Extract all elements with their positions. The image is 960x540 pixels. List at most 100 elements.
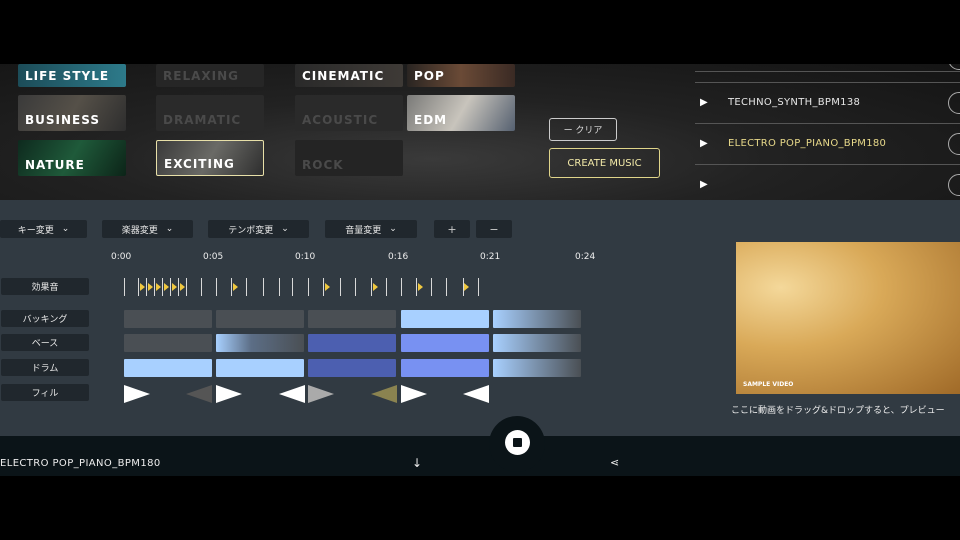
track-item[interactable]: ▶ TECHNO_SYNTH_BPM138 (695, 82, 960, 122)
genre-edm[interactable]: EDM (407, 95, 515, 131)
backing-block[interactable] (124, 310, 212, 328)
create-music-button[interactable]: CREATE MUSIC (549, 148, 660, 178)
sfx-marker[interactable] (140, 283, 145, 291)
genre-acoustic[interactable]: ACOUSTIC (295, 95, 403, 131)
sfx-tick (231, 278, 232, 296)
backing-block[interactable] (308, 310, 396, 328)
backing-block[interactable] (493, 310, 581, 328)
genre-label: ACOUSTIC (302, 113, 379, 127)
row-label-fill: フィル (1, 384, 89, 401)
genre-cinematic[interactable]: CINEMATIC (295, 64, 403, 87)
genre-business[interactable]: BUSINESS (18, 95, 126, 131)
fill-marker[interactable] (308, 385, 334, 403)
play-icon[interactable]: ▶ (700, 97, 718, 108)
genre-exciting[interactable]: EXCITING (156, 140, 264, 176)
genre-relaxing[interactable]: RELAXING (156, 64, 264, 87)
genre-label: BUSINESS (25, 113, 100, 127)
drum-block[interactable] (493, 359, 581, 377)
time-label: 0:00 (111, 252, 132, 262)
play-icon[interactable]: ▶ (700, 138, 718, 149)
drum-block[interactable] (216, 359, 304, 377)
fill-marker[interactable] (216, 385, 242, 403)
download-icon[interactable]: ↓ (412, 456, 422, 470)
video-preview[interactable]: SAMPLE VIDEO (736, 242, 960, 394)
zoom-in-button[interactable]: + (434, 220, 470, 238)
time-label: 0:16 (388, 252, 409, 262)
dropdown-label: テンポ変更 (228, 225, 274, 236)
chevron-down-icon: ⌄ (61, 224, 70, 234)
more-icon[interactable] (948, 91, 960, 114)
sfx-marker[interactable] (156, 283, 161, 291)
fill-marker[interactable] (279, 385, 305, 403)
more-icon[interactable] (948, 64, 960, 70)
share-icon[interactable]: ⋖ (610, 456, 619, 469)
bass-block[interactable] (401, 334, 489, 352)
fill-marker[interactable] (371, 385, 397, 403)
now-playing-title: ELECTRO POP_PIANO_BPM180 (0, 458, 161, 469)
zoom-out-button[interactable]: − (476, 220, 512, 238)
sfx-marker[interactable] (164, 283, 169, 291)
genre-rock[interactable]: ROCK (295, 140, 403, 176)
genre-life-style[interactable]: LIFE STYLE (18, 64, 126, 87)
play-icon[interactable]: ▶ (700, 179, 718, 190)
track-editor: キー変更 ⌄ 楽器変更 ⌄ テンポ変更 ⌄ 音量変更 ⌄ + − 0:00 0:05 0… (0, 200, 960, 436)
track-item-partial[interactable]: ▶ (695, 164, 960, 200)
sfx-marker[interactable] (180, 283, 185, 291)
sfx-tick (154, 278, 155, 296)
clear-button[interactable]: ー クリア (549, 118, 617, 141)
sfx-marker[interactable] (233, 283, 238, 291)
sfx-marker[interactable] (148, 283, 153, 291)
sfx-tick (201, 278, 202, 296)
sfx-tick (162, 278, 163, 296)
genre-label: POP (414, 69, 445, 83)
sfx-marker[interactable] (325, 283, 330, 291)
drum-block[interactable] (308, 359, 396, 377)
drum-block[interactable] (124, 359, 212, 377)
sfx-marker[interactable] (418, 283, 423, 291)
track-item-partial[interactable] (695, 64, 960, 72)
drum-block[interactable] (401, 359, 489, 377)
fill-marker[interactable] (463, 385, 489, 403)
fill-marker[interactable] (186, 385, 212, 403)
tempo-change-dropdown[interactable]: テンポ変更 ⌄ (208, 220, 309, 238)
instrument-change-dropdown[interactable]: 楽器変更 ⌄ (102, 220, 193, 238)
genre-label: NATURE (25, 158, 85, 172)
volume-change-dropdown[interactable]: 音量変更 ⌄ (325, 220, 417, 238)
genre-label: EXCITING (164, 157, 235, 171)
dropdown-label: キー変更 (17, 225, 54, 236)
backing-block[interactable] (401, 310, 489, 328)
genre-dramatic[interactable]: DRAMATIC (156, 95, 264, 131)
time-label: 0:05 (203, 252, 224, 262)
bass-block[interactable] (216, 334, 304, 352)
genre-label: ROCK (302, 158, 344, 172)
genre-label: RELAXING (163, 69, 239, 83)
more-icon[interactable] (948, 173, 960, 196)
sfx-marker[interactable] (172, 283, 177, 291)
dropdown-label: 音量変更 (345, 225, 382, 236)
chevron-down-icon: ⌄ (389, 224, 397, 234)
sfx-tick (178, 278, 179, 296)
sfx-tick (323, 278, 324, 296)
sfx-tick (371, 278, 372, 296)
row-label-bass: ベース (1, 334, 89, 351)
key-change-dropdown[interactable]: キー変更 ⌄ (0, 220, 87, 238)
more-icon[interactable] (948, 132, 960, 155)
bass-block[interactable] (124, 334, 212, 352)
time-label: 0:10 (295, 252, 316, 262)
bass-block[interactable] (308, 334, 396, 352)
track-item-active[interactable]: ▶ ELECTRO POP_PIANO_BPM180 (695, 123, 960, 163)
fill-marker[interactable] (124, 385, 150, 403)
bass-block[interactable] (493, 334, 581, 352)
sfx-tick (431, 278, 432, 296)
sfx-tick (279, 278, 280, 296)
sfx-tick (216, 278, 217, 296)
genre-label: LIFE STYLE (25, 69, 110, 83)
genre-nature[interactable]: NATURE (18, 140, 126, 176)
chevron-down-icon: ⌄ (165, 224, 174, 234)
stop-button[interactable] (505, 430, 530, 455)
sfx-marker[interactable] (373, 283, 378, 291)
genre-pop[interactable]: POP (407, 64, 515, 87)
fill-marker[interactable] (401, 385, 427, 403)
sfx-marker[interactable] (464, 283, 469, 291)
backing-block[interactable] (216, 310, 304, 328)
